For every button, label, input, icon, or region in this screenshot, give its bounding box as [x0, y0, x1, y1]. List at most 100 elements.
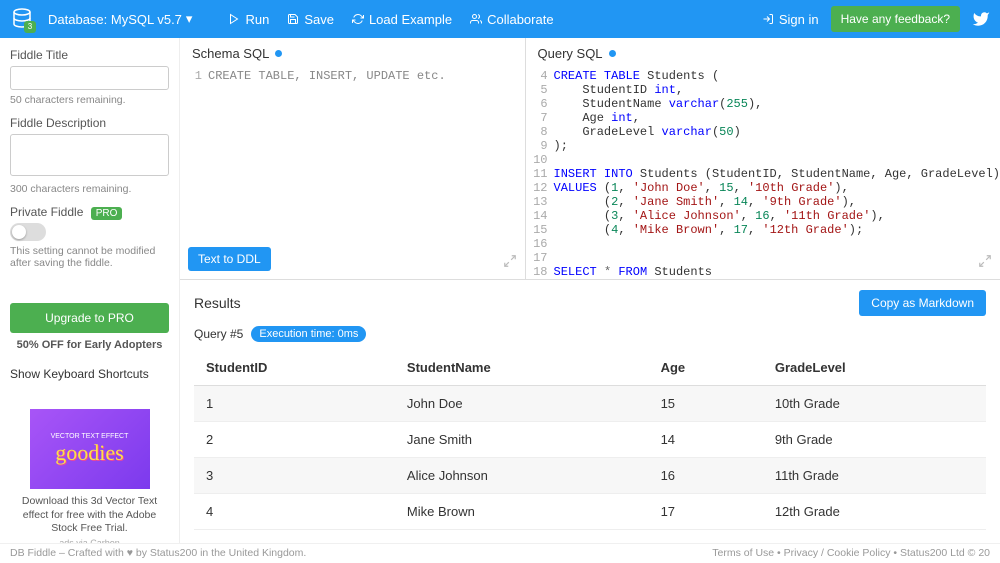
line-number: 10	[526, 153, 554, 167]
modified-dot-icon	[275, 50, 282, 57]
results-section: Results Copy as Markdown Query #5 Execut…	[180, 280, 1000, 543]
private-fiddle-row: Private Fiddle PRO	[10, 205, 169, 219]
promo-text: 50% OFF for Early Adopters	[10, 339, 169, 351]
query-meta: Query #5 Execution time: 0ms	[194, 326, 986, 342]
table-cell: 15	[649, 386, 763, 422]
ad-word: goodies	[55, 440, 123, 466]
schema-sql-pane: Schema SQL 1 CREATE TABLE, INSERT, UPDAT…	[180, 38, 526, 280]
table-cell: 1	[194, 386, 395, 422]
twitter-icon[interactable]	[972, 10, 990, 28]
code-text: SELECT * FROM Students	[554, 265, 1000, 279]
table-row: 4Mike Brown1712th Grade	[194, 494, 986, 530]
line-number: 14	[526, 209, 554, 223]
results-title: Results	[194, 295, 241, 311]
table-row: 3Alice Johnson1611th Grade	[194, 458, 986, 494]
ad-tag: VECTOR TEXT EFFECT	[51, 433, 129, 440]
desc-hint: 300 characters remaining.	[10, 183, 169, 195]
ad-box[interactable]: VECTOR TEXT EFFECT goodies Download this…	[10, 409, 169, 543]
copy-markdown-button[interactable]: Copy as Markdown	[859, 290, 986, 316]
signin-button[interactable]: Sign in	[762, 12, 819, 27]
private-toggle[interactable]	[10, 223, 46, 241]
schema-placeholder: CREATE TABLE, INSERT, UPDATE etc.	[208, 69, 525, 83]
expand-icon[interactable]	[503, 254, 517, 271]
keyboard-shortcuts-link[interactable]: Show Keyboard Shortcuts	[10, 367, 169, 381]
results-header: Results Copy as Markdown	[194, 290, 986, 316]
sidebar: Fiddle Title 50 characters remaining. Fi…	[0, 38, 180, 543]
header-actions: Run Save Load Example Collaborate	[228, 12, 553, 27]
table-cell: 17	[649, 494, 763, 530]
results-table: StudentIDStudentNameAgeGradeLevel 1John …	[194, 350, 986, 530]
logo[interactable]: 3	[10, 7, 34, 31]
table-cell: Alice Johnson	[395, 458, 649, 494]
private-label: Private Fiddle	[10, 205, 83, 219]
feedback-button[interactable]: Have any feedback?	[831, 6, 960, 32]
code-text: (4, 'Mike Brown', 17, '12th Grade');	[554, 223, 1000, 237]
schema-title: Schema SQL	[192, 46, 269, 61]
database-label: Database: MySQL v5.7	[48, 12, 182, 27]
column-header[interactable]: Age	[649, 350, 763, 386]
table-cell: 14	[649, 422, 763, 458]
footer-right: Terms of Use • Privacy / Cookie Policy •…	[712, 547, 990, 560]
run-label: Run	[245, 12, 269, 27]
database-selector[interactable]: Database: MySQL v5.7 ▾	[42, 7, 198, 31]
fiddle-title-label: Fiddle Title	[10, 48, 169, 62]
footer: DB Fiddle – Crafted with ♥ by Status200 …	[0, 543, 1000, 563]
table-row: 1John Doe1510th Grade	[194, 386, 986, 422]
code-text: GradeLevel varchar(50)	[554, 125, 1000, 139]
save-button[interactable]: Save	[287, 12, 334, 27]
line-number: 1	[180, 69, 208, 83]
login-icon	[762, 13, 774, 25]
code-text: Age int,	[554, 111, 1000, 125]
fiddle-title-input[interactable]	[10, 66, 169, 90]
line-number: 13	[526, 195, 554, 209]
query-header: Query SQL	[526, 38, 1000, 69]
column-header[interactable]: GradeLevel	[763, 350, 986, 386]
footer-left: DB Fiddle – Crafted with ♥ by Status200 …	[10, 547, 306, 560]
column-header[interactable]: StudentID	[194, 350, 395, 386]
play-icon	[228, 13, 240, 25]
line-number: 12	[526, 181, 554, 195]
app-header: 3 Database: MySQL v5.7 ▾ Run Save Load E…	[0, 0, 1000, 38]
line-number: 11	[526, 167, 554, 181]
column-header[interactable]: StudentName	[395, 350, 649, 386]
table-cell: Mike Brown	[395, 494, 649, 530]
pro-badge: PRO	[91, 207, 123, 220]
line-number: 15	[526, 223, 554, 237]
users-icon	[470, 13, 482, 25]
line-number: 17	[526, 251, 554, 265]
table-cell: 10th Grade	[763, 386, 986, 422]
table-row: 2Jane Smith149th Grade	[194, 422, 986, 458]
line-number: 16	[526, 237, 554, 251]
table-cell: 2	[194, 422, 395, 458]
code-text	[554, 153, 1000, 167]
code-text: (3, 'Alice Johnson', 16, '11th Grade'),	[554, 209, 1000, 223]
refresh-icon	[352, 13, 364, 25]
code-text	[554, 237, 1000, 251]
schema-header: Schema SQL	[180, 38, 525, 69]
query-editor[interactable]: 4CREATE TABLE Students (5 StudentID int,…	[526, 69, 1000, 279]
toggle-knob	[12, 225, 26, 239]
logo-badge: 3	[24, 21, 36, 33]
modified-dot-icon	[609, 50, 616, 57]
title-hint: 50 characters remaining.	[10, 94, 169, 106]
fiddle-desc-label: Fiddle Description	[10, 116, 169, 130]
table-cell: John Doe	[395, 386, 649, 422]
table-cell: Jane Smith	[395, 422, 649, 458]
code-text: StudentID int,	[554, 83, 1000, 97]
table-cell: 4	[194, 494, 395, 530]
load-example-button[interactable]: Load Example	[352, 12, 452, 27]
execution-time-badge: Execution time: 0ms	[251, 326, 366, 342]
table-cell: 11th Grade	[763, 458, 986, 494]
line-number: 7	[526, 111, 554, 125]
editor-row: Schema SQL 1 CREATE TABLE, INSERT, UPDAT…	[180, 38, 1000, 280]
code-text	[554, 251, 1000, 265]
signin-label: Sign in	[779, 12, 819, 27]
fiddle-desc-input[interactable]	[10, 134, 169, 176]
run-button[interactable]: Run	[228, 12, 269, 27]
upgrade-button[interactable]: Upgrade to PRO	[10, 303, 169, 333]
text-to-ddl-button[interactable]: Text to DDL	[188, 247, 271, 271]
collaborate-button[interactable]: Collaborate	[470, 12, 554, 27]
expand-icon[interactable]	[978, 254, 992, 271]
ad-image: VECTOR TEXT EFFECT goodies	[30, 409, 150, 489]
table-header-row: StudentIDStudentNameAgeGradeLevel	[194, 350, 986, 386]
